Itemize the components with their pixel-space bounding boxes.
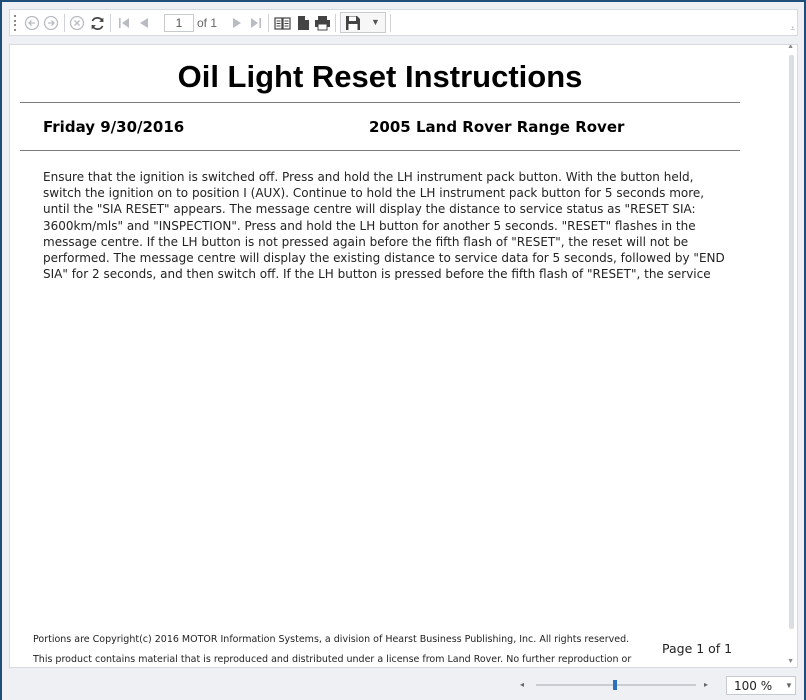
toolbar-separator [390, 14, 391, 32]
scroll-up-icon[interactable]: ▲ [787, 45, 794, 50]
instructions-text: Ensure that the ignition is switched off… [43, 170, 725, 280]
current-page-input[interactable] [164, 14, 194, 32]
vertical-scrollbar[interactable] [789, 55, 794, 629]
window-frame-top [0, 0, 806, 2]
copyright-notice: Portions are Copyright(c) 2016 MOTOR Inf… [33, 634, 630, 645]
back-icon[interactable] [23, 14, 41, 32]
window-frame-left [0, 0, 2, 700]
dropdown-arrow-icon[interactable]: ▼ [371, 17, 380, 27]
report-date: Friday 9/30/2016 [43, 118, 185, 136]
divider [20, 150, 740, 151]
next-page-icon[interactable] [228, 14, 246, 32]
last-page-icon[interactable] [247, 14, 265, 32]
toolbar-grip-icon[interactable] [13, 15, 17, 31]
toolbar-separator [335, 14, 336, 32]
toolbar-separator [110, 14, 111, 32]
print-layout-icon[interactable] [273, 14, 291, 32]
report-toolbar: of 1 ▼ ⩡ [9, 9, 798, 36]
stop-icon[interactable] [68, 14, 86, 32]
chevron-down-icon[interactable]: ▼ [785, 681, 793, 690]
vehicle-name: 2005 Land Rover Range Rover [369, 118, 625, 136]
license-notice: This product contains material that is r… [33, 654, 632, 665]
previous-page-icon[interactable] [135, 14, 153, 32]
refresh-icon[interactable] [88, 14, 106, 32]
report-viewer: Oil Light Reset Instructions Friday 9/30… [9, 44, 798, 668]
toolbar-separator [64, 14, 65, 32]
scroll-down-icon[interactable]: ▼ [787, 658, 794, 665]
toolbar-overflow-icon[interactable]: ⩡ [790, 24, 795, 34]
first-page-icon[interactable] [115, 14, 133, 32]
zoom-out-icon[interactable]: ◂ [520, 680, 524, 689]
zoom-value: 100 % [734, 679, 773, 693]
save-button[interactable]: ▼ [340, 12, 386, 33]
forward-icon[interactable] [42, 14, 60, 32]
page-number: Page 1 of 1 [662, 641, 733, 656]
page-setup-icon[interactable] [294, 14, 312, 32]
zoom-slider-thumb[interactable] [613, 680, 617, 690]
page-count-label: of 1 [197, 16, 218, 30]
zoom-select[interactable]: 100 % ▼ [726, 676, 796, 695]
report-title: Oil Light Reset Instructions [177, 59, 583, 94]
divider [20, 102, 740, 103]
toolbar-separator [268, 14, 269, 32]
save-icon [345, 15, 361, 31]
print-icon[interactable] [313, 14, 331, 32]
zoom-in-icon[interactable]: ▸ [704, 680, 708, 689]
